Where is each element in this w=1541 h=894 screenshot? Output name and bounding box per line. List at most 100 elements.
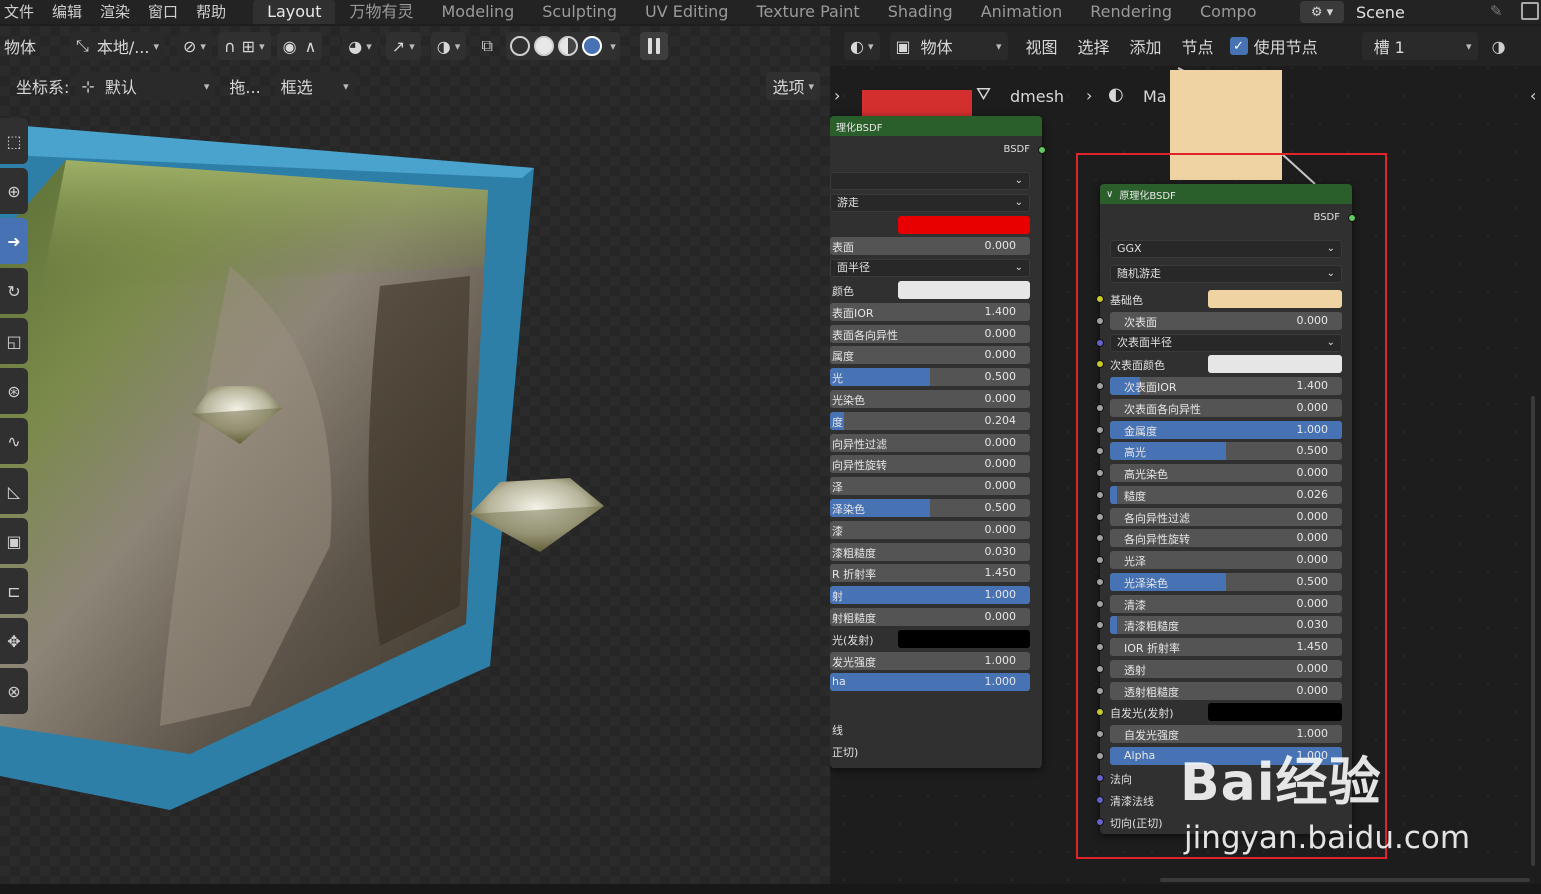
workspace-tab[interactable]: Sculpting xyxy=(528,0,631,24)
color-swatch[interactable] xyxy=(898,629,1030,648)
drag-label[interactable]: 拖... xyxy=(229,74,260,98)
value-slider[interactable]: 表面 0.000 xyxy=(830,237,1030,256)
workspace-tab[interactable]: UV Editing xyxy=(631,0,742,24)
chevron-down-icon: ▾ xyxy=(200,39,206,53)
top-menu-bar: 文件 编辑 渲染 窗口 帮助 Layout 万物有灵 Modeling Sculpting UV… xyxy=(0,0,1541,24)
extrude-tool[interactable]: ⊏ xyxy=(0,568,28,614)
mode-label[interactable]: 物体 xyxy=(4,34,36,58)
value-slider[interactable]: 光染色 0.000 xyxy=(830,390,1030,408)
slider-value: 0.000 xyxy=(984,435,1017,449)
chevron-down-icon[interactable]: ▾ xyxy=(610,40,616,53)
visibility-dropdown[interactable]: ◕ ▾ xyxy=(342,32,378,60)
scene-selector[interactable]: ⚙ ▾ Scene xyxy=(1300,0,1510,24)
value-slider[interactable]: ha 1.000 xyxy=(830,673,1030,692)
value-slider[interactable]: 度 0.204 xyxy=(830,411,1030,430)
slider-value: 0.030 xyxy=(984,544,1017,558)
gizmo-dropdown[interactable]: ↗ ▾ xyxy=(385,32,421,60)
add-cube-tool[interactable]: ▣ xyxy=(0,518,28,564)
scene-icon-button[interactable]: ⚙ ▾ xyxy=(1300,1,1344,23)
workspace-tab[interactable]: Layout xyxy=(253,0,336,24)
value-slider[interactable]: 表面各向异性 0.000 xyxy=(830,324,1030,343)
node-dropdown[interactable]: ⌄ xyxy=(830,172,1030,190)
move-icon: ➜ xyxy=(7,231,21,251)
workspace-tab[interactable]: 万物有灵 xyxy=(335,0,427,24)
value-slider[interactable]: 表面IOR 1.400 xyxy=(830,302,1030,321)
pause-render-button[interactable] xyxy=(639,32,668,60)
workspace-tab[interactable]: Compo xyxy=(1186,0,1271,24)
spin-tool[interactable]: ⊗ xyxy=(0,668,28,714)
value-slider[interactable]: 射 1.000 xyxy=(830,586,1030,605)
proportional-icon: ◉ xyxy=(282,36,297,56)
slider-label: 向异性过滤 xyxy=(832,437,887,451)
select-box-tool[interactable]: ⬚ xyxy=(0,118,28,164)
pivot-dropdown[interactable]: ⊘ ▾ xyxy=(177,32,212,60)
input-label: 颜色 xyxy=(832,285,854,298)
slider-label: 表面各向异性 xyxy=(832,328,898,342)
chevron-down-icon: ▾ xyxy=(808,79,814,93)
slider-value: 0.000 xyxy=(984,348,1017,362)
value-slider[interactable]: 泽 0.000 xyxy=(830,477,1030,496)
principled-bsdf-node-left[interactable]: 理化BSDF BSDF ⌄ 游走 ⌄ 表面 0.000 面半径 ⌄ 颜色 表面IOR 1.400 表… xyxy=(830,116,1046,768)
chevron-down-icon: ▾ xyxy=(366,39,372,53)
annotate-tool[interactable]: ∿ xyxy=(0,418,28,464)
pivot-icon: ⊘ xyxy=(183,36,197,56)
value-slider[interactable]: 属度 0.000 xyxy=(830,346,1030,365)
proportional-edit-toggle[interactable]: ◉ ∧ xyxy=(276,32,323,60)
color-swatch[interactable] xyxy=(898,215,1030,234)
workspace-tab[interactable]: Shading xyxy=(874,0,967,24)
scrollbar-vertical[interactable] xyxy=(1531,396,1535,866)
value-slider[interactable]: 发光强度 1.000 xyxy=(830,651,1030,670)
menu-item[interactable]: 窗口 xyxy=(139,0,187,24)
scrollbar-horizontal[interactable] xyxy=(1160,878,1530,882)
workspace-tab[interactable]: Rendering xyxy=(1076,0,1186,24)
workspace-tab[interactable]: Texture Paint xyxy=(742,0,873,24)
value-slider[interactable]: 射粗糙度 0.000 xyxy=(830,608,1030,626)
snap-toggle[interactable]: ∩ ⊞ ▾ xyxy=(217,32,271,60)
value-slider[interactable]: 漆粗糙度 0.030 xyxy=(830,542,1030,561)
measure-tool[interactable]: ◺ xyxy=(0,468,28,514)
select-mode-dropdown[interactable]: 框选 ▾ xyxy=(274,72,355,100)
slider-value: 1.000 xyxy=(984,653,1017,667)
value-slider[interactable]: 泽染色 0.500 xyxy=(830,499,1030,517)
value-slider[interactable]: 光 0.500 xyxy=(830,368,1030,387)
node-dropdown[interactable]: 游走 ⌄ xyxy=(830,193,1030,212)
scale-tool[interactable]: ◱ xyxy=(0,318,28,364)
menu-item[interactable]: 渲染 xyxy=(91,0,139,24)
output-socket[interactable] xyxy=(1038,146,1046,154)
select-box-icon: ⬚ xyxy=(6,131,22,151)
workspace-tab[interactable]: Animation xyxy=(967,0,1077,24)
move-gizmo-tool[interactable]: ✥ xyxy=(0,618,28,664)
menu-item[interactable]: 帮助 xyxy=(187,0,235,24)
menu-item[interactable]: 文件 xyxy=(0,0,43,24)
value-slider[interactable]: 漆 0.000 xyxy=(830,520,1030,539)
color-swatch[interactable] xyxy=(898,281,1030,299)
xray-toggle[interactable]: ⧉ xyxy=(474,33,500,59)
new-window-icon[interactable] xyxy=(1521,2,1539,20)
scene-name[interactable]: Scene xyxy=(1356,3,1405,22)
pin-icon[interactable]: ✎ xyxy=(1490,2,1503,20)
material-preview-icon[interactable] xyxy=(558,36,579,56)
wireframe-shading-icon[interactable] xyxy=(510,36,531,56)
transform-tool[interactable]: ⊛ xyxy=(0,368,28,414)
slider-value: 0.000 xyxy=(984,522,1017,536)
coordinate-system-dropdown[interactable]: ⊹ 默认 ▾ xyxy=(75,72,216,100)
options-dropdown[interactable]: 选项 ▾ xyxy=(766,72,820,100)
rendered-shading-icon[interactable] xyxy=(582,36,603,56)
menu-item[interactable]: 编辑 xyxy=(43,0,91,24)
overlay-dropdown[interactable]: ◑ ▾ xyxy=(430,32,467,60)
move-tool[interactable]: ➜ xyxy=(0,218,28,264)
3d-viewport[interactable]: 物体 ⤡ 本地/... ▾ ⊘ ▾ ∩ ⊞ ▾ ◉ ∧ ◕ ▾ ↗ ▾ ◑ ▾ ⧉ xyxy=(0,26,830,884)
node-dropdown[interactable]: 面半径 ⌄ xyxy=(830,259,1030,278)
workspace-tab[interactable]: Modeling xyxy=(427,0,528,24)
value-slider[interactable]: 向异性旋转 0.000 xyxy=(830,455,1030,474)
slider-value: 0.204 xyxy=(984,413,1017,427)
value-slider[interactable]: 向异性过滤 0.000 xyxy=(830,433,1030,452)
solid-shading-icon[interactable] xyxy=(534,36,555,56)
chevron-down-icon: ▾ xyxy=(259,39,265,53)
orientation-dropdown[interactable]: ⤡ 本地/... ▾ xyxy=(70,32,166,60)
slider-label: 射 xyxy=(832,590,843,604)
value-slider[interactable]: R 折射率 1.450 xyxy=(830,564,1030,583)
node-header[interactable]: 理化BSDF xyxy=(830,116,1042,136)
rotate-tool[interactable]: ↻ xyxy=(0,268,28,314)
cursor-tool[interactable]: ⊕ xyxy=(0,168,28,214)
